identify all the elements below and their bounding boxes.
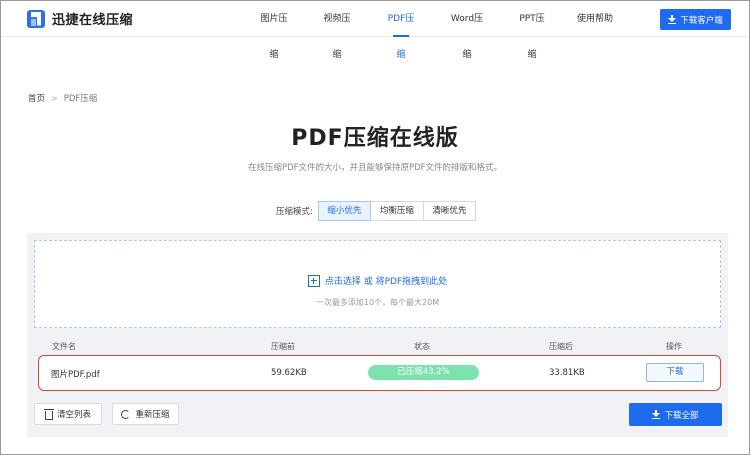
table-row: 图片PDF.pdf 59.62KB 已压缩43.2% 33.81KB 下载 — [38, 355, 721, 391]
file-name: 图片PDF.pdf — [51, 370, 100, 380]
row-download-button[interactable]: 下载 — [646, 363, 704, 382]
main-nav: 图片压缩 视频压缩 PDF压缩 Word压缩 PPT压缩 使用帮助 — [251, 1, 613, 60]
download-client-label: 下载客户端 — [680, 15, 723, 26]
file-dropzone[interactable]: 点击选择 或 将PDF拖拽到此处 一次最多添加10个，每个最大20M — [34, 240, 721, 328]
plus-icon — [307, 274, 320, 287]
breadcrumb-separator: > — [51, 93, 58, 103]
col-after: 压缩后 — [549, 342, 573, 351]
download-all-button[interactable]: 下载全部 — [629, 403, 722, 426]
clear-list-button[interactable]: 清空列表 — [34, 403, 102, 425]
nav-ppt-compress[interactable]: PPT压缩 — [515, 1, 549, 60]
breadcrumb-current: PDF压缩 — [63, 94, 98, 104]
dropzone-main-text: 点击选择 或 将PDF拖拽到此处 — [324, 277, 448, 287]
breadcrumb: 首页 > PDF压缩 — [28, 92, 98, 105]
col-action: 操作 — [666, 342, 682, 351]
zip-logo-icon — [27, 9, 45, 28]
mode-options: 缩小优先 均衡压缩 清晰优先 — [317, 201, 476, 221]
nav-help[interactable]: 使用帮助 — [577, 1, 613, 37]
clear-list-label: 清空列表 — [56, 410, 91, 420]
col-before: 压缩前 — [271, 342, 295, 351]
compression-mode: 压缩模式: 缩小优先 均衡压缩 清晰优先 — [276, 201, 476, 221]
page-title: PDF压缩在线版 — [291, 126, 459, 151]
page-subtitle: 在线压缩PDF文件的大小，并且能够保持原PDF文件的排版和格式。 — [247, 163, 503, 173]
logo-text: 迅捷在线压缩 — [52, 13, 134, 28]
top-header: 迅捷在线压缩 图片压缩 视频压缩 PDF压缩 Word压缩 PPT压缩 使用帮助… — [1, 1, 749, 60]
nav-pdf-compress[interactable]: PDF压缩 — [384, 1, 418, 60]
upload-panel: 点击选择 或 将PDF拖拽到此处 一次最多添加10个，每个最大20M 文件名 压… — [27, 233, 728, 437]
download-icon — [668, 15, 677, 24]
col-status: 状态 — [414, 342, 430, 351]
dropzone-hint: 一次最多添加10个，每个最大20M — [315, 298, 440, 307]
download-all-label: 下载全部 — [664, 410, 699, 421]
recompress-label: 重新压缩 — [135, 410, 170, 420]
download-client-button[interactable]: 下载客户端 — [660, 9, 731, 30]
refresh-icon — [121, 409, 131, 419]
recompress-button[interactable]: 重新压缩 — [112, 403, 179, 425]
table-header: 文件名 压缩前 状态 压缩后 操作 — [34, 338, 721, 356]
mode-option-clarity[interactable]: 清晰优先 — [422, 201, 476, 221]
nav-video-compress[interactable]: 视频压缩 — [320, 1, 354, 60]
mode-option-smallest[interactable]: 缩小优先 — [317, 201, 371, 221]
nav-image-compress[interactable]: 图片压缩 — [257, 1, 291, 60]
col-filename: 文件名 — [52, 342, 76, 351]
logo[interactable]: 迅捷在线压缩 — [27, 9, 133, 28]
nav-word-compress[interactable]: Word压缩 — [447, 1, 487, 60]
download-icon — [652, 410, 661, 419]
mode-option-balanced[interactable]: 均衡压缩 — [369, 201, 424, 221]
status-badge: 已压缩43.2% — [368, 365, 479, 380]
mode-label: 压缩模式: — [276, 207, 313, 217]
size-after: 33.81KB — [549, 368, 585, 378]
trash-icon — [43, 408, 54, 420]
dropzone-prompt: 点击选择 或 将PDF拖拽到此处 — [35, 274, 720, 287]
breadcrumb-home[interactable]: 首页 — [28, 92, 45, 104]
size-before: 59.62KB — [271, 368, 307, 378]
